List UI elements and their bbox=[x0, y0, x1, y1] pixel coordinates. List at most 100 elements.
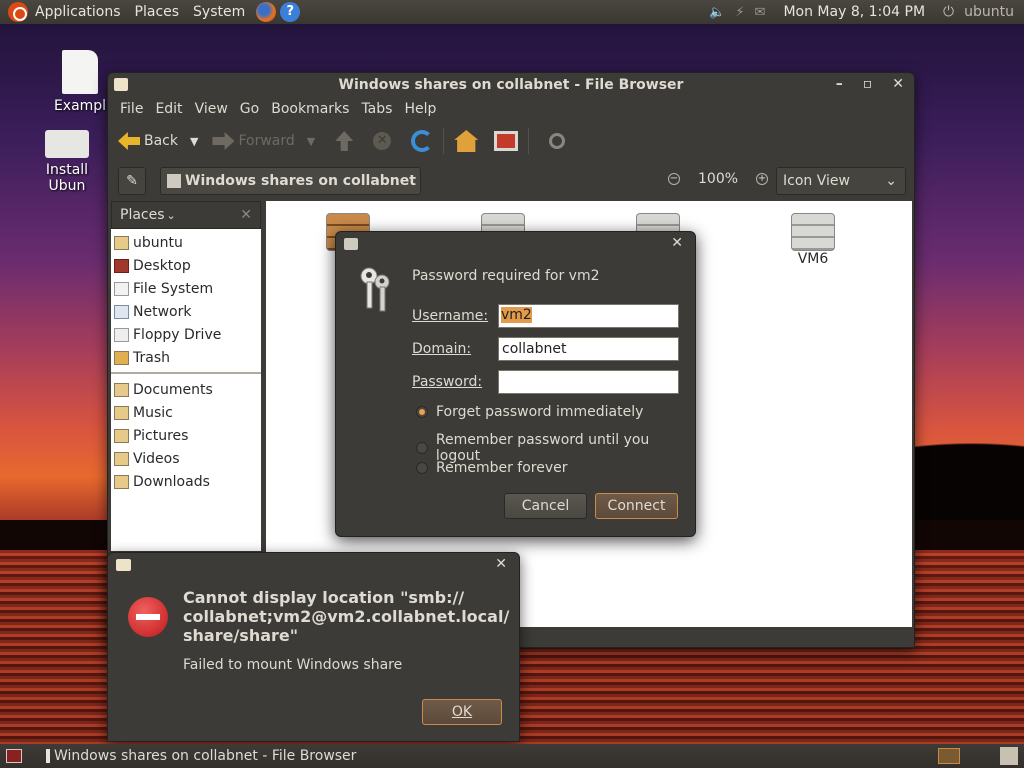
power-icon[interactable]: ⏻ bbox=[943, 4, 954, 20]
back-button[interactable]: Back ▼ bbox=[118, 132, 198, 150]
menu-file[interactable]: File bbox=[114, 101, 149, 117]
videos-folder-icon bbox=[114, 451, 129, 466]
close-icon[interactable]: ✕ bbox=[240, 207, 252, 223]
location-bar: ✎ Windows shares on collabnet − 100% + I… bbox=[108, 161, 914, 201]
chevron-down-icon[interactable]: ▼ bbox=[307, 135, 315, 148]
breadcrumb[interactable]: Windows shares on collabnet bbox=[160, 167, 421, 195]
close-icon[interactable]: ✕ bbox=[495, 556, 507, 572]
network-icon[interactable]: ⚡ bbox=[735, 5, 744, 20]
desktop-icon-install[interactable]: Install Ubun bbox=[26, 130, 108, 194]
up-icon[interactable] bbox=[335, 131, 354, 151]
password-field[interactable] bbox=[498, 370, 679, 394]
system-menu[interactable]: System bbox=[186, 4, 252, 20]
workspace-switcher[interactable] bbox=[938, 748, 960, 764]
connect-button[interactable]: Connect bbox=[595, 493, 678, 519]
chevron-down-icon: ⌄ bbox=[885, 173, 897, 189]
sidebar-header[interactable]: Places ⌄ ✕ bbox=[111, 201, 261, 229]
home-icon[interactable] bbox=[454, 130, 479, 152]
sidebar-item-documents[interactable]: Documents bbox=[111, 378, 261, 401]
sidebar-item-network[interactable]: Network bbox=[111, 300, 261, 323]
error-title: Cannot display location "smb:// collabne… bbox=[183, 588, 513, 645]
menubar: File Edit View Go Bookmarks Tabs Help bbox=[108, 97, 914, 121]
error-title-line: collabnet;vm2@vm2.collabnet.local/ bbox=[183, 607, 510, 626]
sidebar-item-ubuntu[interactable]: ubuntu bbox=[111, 231, 261, 254]
zoom-in-icon[interactable]: + bbox=[756, 173, 769, 185]
reload-icon[interactable] bbox=[411, 130, 434, 152]
places-sidebar: Places ⌄ ✕ ubuntu Desktop File System Ne… bbox=[111, 201, 261, 551]
computer-icon[interactable] bbox=[494, 131, 519, 151]
error-dialog: ✕ Cannot display location "smb:// collab… bbox=[107, 552, 520, 742]
taskbar-label: Windows shares on collabnet - File Brows… bbox=[54, 748, 357, 764]
search-icon[interactable] bbox=[549, 133, 566, 149]
firefox-icon[interactable] bbox=[256, 2, 277, 22]
mail-icon[interactable]: ✉ bbox=[755, 5, 766, 20]
folder-icon bbox=[114, 382, 129, 397]
server-label: VM6 bbox=[797, 251, 829, 267]
minimize-icon[interactable]: – bbox=[836, 76, 843, 92]
password-dialog: ✕ Password required for vm2 Username: vm… bbox=[335, 231, 696, 537]
radio-icon bbox=[416, 442, 428, 454]
user-name[interactable]: ubuntu bbox=[964, 4, 1014, 20]
taskbar-item-file-browser[interactable]: Windows shares on collabnet - File Brows… bbox=[40, 745, 362, 767]
edit-location-button[interactable]: ✎ bbox=[118, 167, 146, 195]
applications-menu[interactable]: Applications bbox=[28, 4, 128, 20]
show-desktop-icon[interactable] bbox=[6, 749, 22, 763]
downloads-folder-icon bbox=[114, 474, 129, 489]
stop-icon[interactable]: ✕ bbox=[373, 132, 392, 150]
clock[interactable]: Mon May 8, 1:04 PM bbox=[775, 4, 933, 20]
sidebar-list: ubuntu Desktop File System Network Flopp… bbox=[111, 229, 261, 551]
error-title-line: share/share" bbox=[183, 626, 299, 645]
sidebar-item-label: Music bbox=[133, 404, 173, 421]
places-menu[interactable]: Places bbox=[128, 4, 187, 20]
view-mode-value: Icon View bbox=[783, 173, 850, 189]
desktop-icon-examples[interactable]: Exampl bbox=[50, 50, 110, 114]
zoom-out-icon[interactable]: − bbox=[668, 173, 680, 185]
sidebar-item-label: Desktop bbox=[133, 257, 191, 274]
username-field[interactable]: vm2 bbox=[498, 304, 679, 328]
sidebar-item-desktop[interactable]: Desktop bbox=[111, 254, 261, 277]
sidebar-item-file-system[interactable]: File System bbox=[111, 277, 261, 300]
sidebar-item-videos[interactable]: Videos bbox=[111, 447, 261, 470]
error-icon bbox=[128, 597, 168, 637]
close-icon[interactable]: ✕ bbox=[892, 76, 904, 92]
domain-row: Domain: bbox=[412, 337, 679, 361]
ok-button[interactable]: OK bbox=[422, 699, 502, 725]
sidebar-item-label: Pictures bbox=[133, 427, 189, 444]
radio-forget[interactable]: Forget password immediately bbox=[416, 404, 643, 420]
domain-field[interactable] bbox=[498, 337, 679, 361]
ubuntu-logo-icon[interactable] bbox=[8, 2, 28, 22]
radio-label: Remember forever bbox=[436, 460, 568, 476]
menu-view[interactable]: View bbox=[189, 101, 234, 117]
menu-edit[interactable]: Edit bbox=[149, 101, 188, 117]
server-item[interactable]: VM6 bbox=[783, 213, 843, 267]
system-tray: 🔈 ⚡ ✉ Mon May 8, 1:04 PM ⏻ ubuntu bbox=[709, 4, 1024, 20]
username-label: Username: bbox=[412, 308, 489, 324]
sidebar-item-floppy[interactable]: Floppy Drive bbox=[111, 323, 261, 346]
view-mode-select[interactable]: Icon View ⌄ bbox=[776, 167, 906, 195]
sidebar-item-trash[interactable]: Trash bbox=[111, 346, 261, 369]
sidebar-item-label: ubuntu bbox=[133, 234, 183, 251]
network-icon bbox=[114, 304, 129, 319]
close-icon[interactable]: ✕ bbox=[671, 235, 683, 251]
trash-icon[interactable] bbox=[1000, 747, 1018, 765]
volume-icon[interactable]: 🔈 bbox=[709, 5, 725, 20]
toolbar-separator bbox=[443, 128, 445, 154]
menu-tabs[interactable]: Tabs bbox=[355, 101, 398, 117]
menu-bookmarks[interactable]: Bookmarks bbox=[265, 101, 355, 117]
sidebar-item-music[interactable]: Music bbox=[111, 401, 261, 424]
domain-label: Domain: bbox=[412, 341, 472, 357]
radio-forever[interactable]: Remember forever bbox=[416, 460, 568, 476]
window-titlebar[interactable]: Windows shares on collabnet - File Brows… bbox=[108, 73, 914, 97]
sidebar-item-downloads[interactable]: Downloads bbox=[111, 470, 261, 493]
maximize-icon[interactable]: ▫ bbox=[863, 76, 873, 92]
desktop-icon-label: Install Ubun bbox=[45, 162, 89, 194]
sidebar-item-pictures[interactable]: Pictures bbox=[111, 424, 261, 447]
chevron-down-icon[interactable]: ▼ bbox=[190, 135, 198, 148]
forward-button[interactable]: Forward ▼ bbox=[212, 132, 315, 150]
menu-help[interactable]: Help bbox=[398, 101, 442, 117]
home-folder-icon bbox=[114, 235, 129, 250]
cancel-button[interactable]: Cancel bbox=[504, 493, 587, 519]
folder-icon bbox=[116, 559, 131, 571]
menu-go[interactable]: Go bbox=[234, 101, 265, 117]
help-icon[interactable]: ? bbox=[280, 2, 301, 22]
